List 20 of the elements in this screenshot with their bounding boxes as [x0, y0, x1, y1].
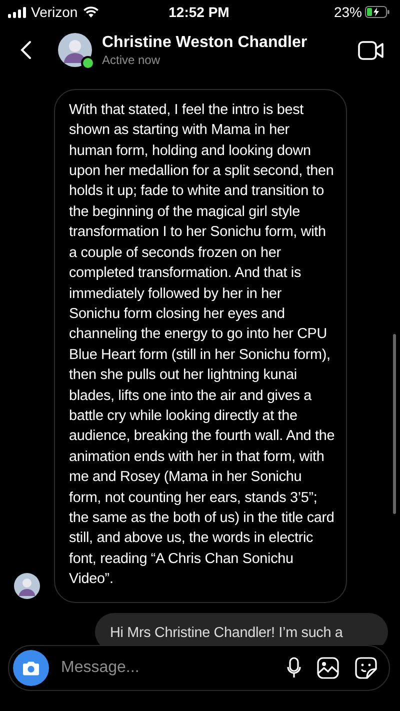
message-text: Hi Mrs Christine Chandler! I’m such a: [110, 624, 344, 643]
clock-time: 12:52 PM: [168, 4, 230, 20]
message-input[interactable]: Message...: [59, 658, 271, 678]
back-icon[interactable]: [20, 40, 32, 60]
battery-percent: 23%: [334, 4, 362, 20]
camera-button[interactable]: [13, 650, 49, 686]
active-status: Active now: [102, 52, 162, 66]
video-call-icon[interactable]: [358, 40, 384, 60]
contact-name: Christine Weston Chandler: [102, 34, 308, 52]
message-text: With that stated, I feel the intro is best shown as starting with Mama in her human form, holding and looking down upon her medallion for a split second, then holds it up; fade to white and transition to the beginning of the magical girl style transformation I to her Sonichu form, with a couple of seconds frozen on her completed transformation. And that is immediately followed by her in her Sonichu form closing her eyes and channeling the energy to go into her CPU Blue Heart form (still in her Sonichu form), then she pulls out her lightning kunai blades, lifts one into the air and gives a battle cry while looking directly at the audience, breaking the fourth wall. And the animation ends with her in that form, with me and Rosey (Mama in her Sonichu form, not counting her ears, stands 3’5”; the same as the both of us) in the title card still, and above us, the words in electric font, reading “A Chris Chan Sonichu Video”.: [69, 100, 336, 590]
carrier-name: Verizon: [31, 4, 78, 20]
avatar[interactable]: [58, 33, 92, 67]
avatar: [14, 572, 40, 599]
sticker-icon[interactable]: [355, 657, 377, 679]
battery-charging-icon: [364, 6, 390, 18]
microphone-icon[interactable]: [287, 657, 301, 679]
camera-icon: [22, 660, 40, 676]
signal-icon: [8, 6, 26, 18]
image-icon[interactable]: [317, 657, 339, 679]
wifi-icon: [82, 6, 99, 18]
